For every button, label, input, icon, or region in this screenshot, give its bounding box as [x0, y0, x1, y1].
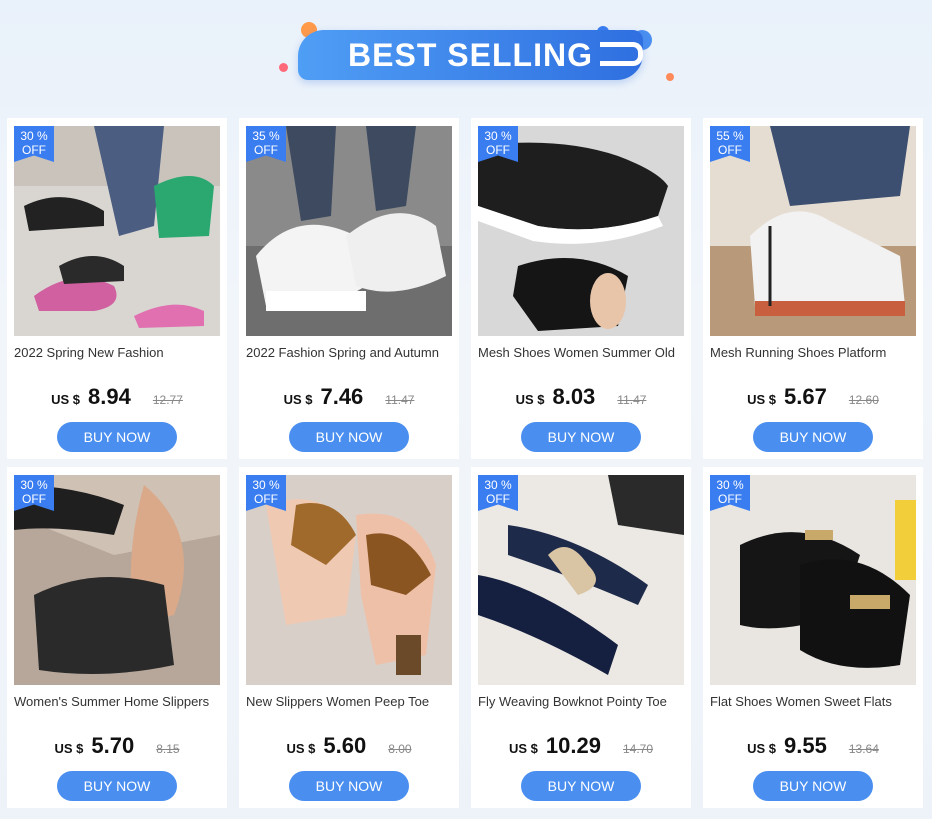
product-card[interactable]: 30 % OFF Flat Shoes Women Sweet Flats US… — [703, 467, 923, 808]
discount-percent: 35 % — [252, 129, 280, 143]
discount-off-label: OFF — [718, 492, 742, 506]
buy-now-button[interactable]: BUY NOW — [289, 422, 409, 452]
buy-now-button[interactable]: BUY NOW — [753, 771, 873, 801]
discount-percent: 30 % — [20, 129, 48, 143]
discount-off-label: OFF — [254, 143, 278, 157]
discount-off-label: OFF — [486, 492, 510, 506]
price-row: US $ 5.60 8.00 — [246, 733, 452, 759]
swirl-icon — [600, 42, 643, 66]
discount-off-label: OFF — [254, 492, 278, 506]
discount-percent: 30 % — [716, 478, 744, 492]
product-image[interactable]: 30 % OFF — [478, 126, 684, 336]
price-row: US $ 5.70 8.15 — [14, 733, 220, 759]
discount-off-label: OFF — [718, 143, 742, 157]
discount-percent: 30 % — [20, 478, 48, 492]
price-row: US $ 9.55 13.64 — [710, 733, 916, 759]
product-grid: 30 % OFF 2022 Spring New Fashion US $ 8.… — [7, 118, 923, 808]
product-image[interactable]: 55 % OFF — [710, 126, 916, 336]
original-price: 11.47 — [617, 393, 647, 407]
price-row: US $ 10.29 14.70 — [478, 733, 684, 759]
product-title[interactable]: 2022 Fashion Spring and Autumn — [246, 344, 452, 362]
original-price: 8.15 — [156, 742, 180, 756]
page-title: BEST SELLING — [348, 36, 593, 73]
currency-label: US $ — [283, 392, 313, 407]
product-image[interactable]: 30 % OFF — [246, 475, 452, 685]
currency-label: US $ — [515, 392, 545, 407]
buy-now-button[interactable]: BUY NOW — [289, 771, 409, 801]
original-price: 14.70 — [622, 742, 653, 756]
product-title[interactable]: Women's Summer Home Slippers — [14, 693, 220, 711]
product-image[interactable]: 30 % OFF — [14, 126, 220, 336]
currency-label: US $ — [747, 392, 777, 407]
sale-price: 5.70 — [91, 733, 135, 758]
original-price: 11.47 — [385, 393, 415, 407]
decor-dot-icon — [279, 63, 288, 72]
discount-off-label: OFF — [22, 143, 46, 157]
currency-label: US $ — [51, 392, 81, 407]
product-title[interactable]: Fly Weaving Bowknot Pointy Toe — [478, 693, 684, 711]
product-image[interactable]: 30 % OFF — [478, 475, 684, 685]
product-card[interactable]: 55 % OFF Mesh Running Shoes Platform US … — [703, 118, 923, 459]
sale-price: 8.94 — [88, 384, 131, 409]
product-card[interactable]: 35 % OFF 2022 Fashion Spring and Autumn … — [239, 118, 459, 459]
price-row: US $ 5.67 12.60 — [710, 384, 916, 410]
banner-pill: BEST SELLING — [298, 30, 643, 80]
original-price: 13.64 — [848, 742, 879, 756]
sale-price: 7.46 — [320, 384, 364, 409]
product-title[interactable]: Mesh Shoes Women Summer Old — [478, 344, 684, 362]
product-image[interactable]: 30 % OFF — [710, 475, 916, 685]
product-card[interactable]: 30 % OFF Women's Summer Home Slippers US… — [7, 467, 227, 808]
original-price: 8.00 — [388, 742, 412, 756]
sale-price: 9.55 — [784, 733, 827, 758]
price-row: US $ 8.94 12.77 — [14, 384, 220, 410]
sale-price: 8.03 — [552, 384, 596, 409]
buy-now-button[interactable]: BUY NOW — [753, 422, 873, 452]
sale-price: 10.29 — [545, 733, 601, 758]
product-image[interactable]: 30 % OFF — [14, 475, 220, 685]
best-selling-banner: BEST SELLING — [0, 0, 932, 110]
original-price: 12.60 — [848, 393, 879, 407]
buy-now-button[interactable]: BUY NOW — [521, 771, 641, 801]
product-card[interactable]: 30 % OFF Fly Weaving Bowknot Pointy Toe … — [471, 467, 691, 808]
product-image[interactable]: 35 % OFF — [246, 126, 452, 336]
product-title[interactable]: New Slippers Women Peep Toe — [246, 693, 452, 711]
product-card[interactable]: 30 % OFF New Slippers Women Peep Toe US … — [239, 467, 459, 808]
discount-off-label: OFF — [486, 143, 510, 157]
sale-price: 5.67 — [784, 384, 827, 409]
product-title[interactable]: Flat Shoes Women Sweet Flats — [710, 693, 916, 711]
product-title[interactable]: 2022 Spring New Fashion — [14, 344, 220, 362]
product-title[interactable]: Mesh Running Shoes Platform — [710, 344, 916, 362]
price-row: US $ 8.03 11.47 — [478, 384, 684, 410]
original-price: 12.77 — [152, 393, 183, 407]
discount-percent: 30 % — [484, 129, 512, 143]
discount-percent: 30 % — [252, 478, 280, 492]
decor-dot-icon — [666, 73, 674, 81]
buy-now-button[interactable]: BUY NOW — [57, 771, 177, 801]
currency-label: US $ — [54, 741, 84, 756]
sale-price: 5.60 — [323, 733, 367, 758]
discount-off-label: OFF — [22, 492, 46, 506]
discount-percent: 30 % — [484, 478, 512, 492]
currency-label: US $ — [286, 741, 316, 756]
currency-label: US $ — [747, 741, 777, 756]
currency-label: US $ — [509, 741, 538, 756]
product-card[interactable]: 30 % OFF 2022 Spring New Fashion US $ 8.… — [7, 118, 227, 459]
price-row: US $ 7.46 11.47 — [246, 384, 452, 410]
discount-percent: 55 % — [716, 129, 744, 143]
product-card[interactable]: 30 % OFF Mesh Shoes Women Summer Old US … — [471, 118, 691, 459]
buy-now-button[interactable]: BUY NOW — [57, 422, 177, 452]
buy-now-button[interactable]: BUY NOW — [521, 422, 641, 452]
